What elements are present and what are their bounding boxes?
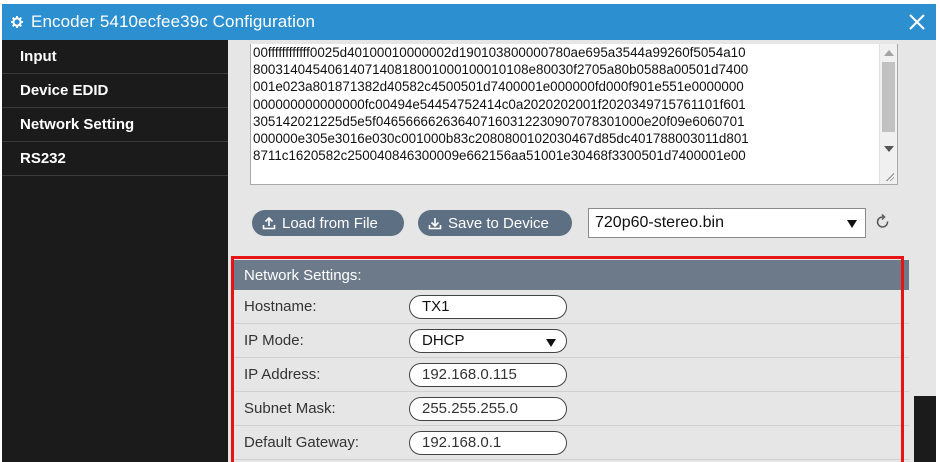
sidebar-item-label: Device EDID — [20, 82, 109, 99]
gear-icon — [11, 16, 23, 28]
upload-icon — [262, 216, 276, 230]
chevron-down-icon — [847, 220, 857, 228]
save-to-device-button[interactable]: Save to Device — [418, 210, 572, 236]
subnet-mask-row: Subnet Mask: 255.255.255.0 — [233, 392, 909, 426]
main-content: 00ffffffffffff0025d40100010000002d190103… — [228, 40, 914, 462]
edid-hex-text: 00ffffffffffff0025d40100010000002d190103… — [253, 44, 877, 164]
hostname-row: Hostname: TX1 — [233, 290, 909, 324]
sidebar-item-label: RS232 — [20, 150, 66, 167]
load-from-file-label: Load from File — [282, 214, 378, 232]
edid-file-select[interactable]: 720p60-stereo.bin — [588, 208, 866, 238]
scrollbar-thumb[interactable] — [882, 62, 895, 132]
hostname-input[interactable]: TX1 — [409, 294, 567, 319]
subnet-mask-input[interactable]: 255.255.255.0 — [409, 396, 567, 421]
network-settings-panel: Network Settings: Hostname: TX1 IP Mode:… — [233, 260, 909, 462]
sidebar-item-network-setting[interactable]: Network Setting — [2, 108, 228, 142]
edid-line: 000000e305e3016e030c001000b83c2080800102… — [253, 131, 749, 147]
ip-address-row: IP Address: 192.168.0.115 — [233, 358, 909, 392]
scroll-down-arrow-icon[interactable] — [884, 146, 894, 152]
refresh-icon[interactable] — [874, 212, 892, 232]
default-gateway-label: Default Gateway: — [244, 434, 360, 451]
window-scroll-gutter — [914, 40, 936, 462]
ip-mode-row: IP Mode: DHCP — [233, 324, 909, 358]
sidebar-item-label: Network Setting — [20, 116, 135, 133]
default-gateway-input[interactable]: 192.168.0.1 — [409, 430, 567, 455]
window-title: Encoder 5410ecfee39c Configuration — [31, 12, 316, 31]
sidebar-item-label: Input — [20, 48, 57, 65]
edid-scrollbar[interactable] — [879, 44, 897, 184]
ip-mode-selected-value: DHCP — [422, 332, 465, 349]
save-to-device-label: Save to Device — [448, 214, 549, 232]
configuration-window: Encoder 5410ecfee39c Configuration Input… — [2, 4, 936, 462]
subnet-mask-label: Subnet Mask: — [244, 400, 336, 417]
download-icon — [428, 216, 442, 230]
close-icon[interactable] — [906, 11, 928, 33]
sidebar: Input Device EDID Network Setting RS232 — [2, 40, 228, 462]
edid-line: 305142021225d5e5f04656666263640716031223… — [253, 113, 745, 129]
sidebar-item-rs232[interactable]: RS232 — [2, 142, 228, 176]
ip-address-label: IP Address: — [244, 366, 321, 383]
sidebar-item-input[interactable]: Input — [2, 40, 228, 74]
chevron-down-icon — [546, 338, 556, 347]
edid-line: 00ffffffffffff0025d40100010000002d190103… — [253, 45, 746, 60]
hostname-label: Hostname: — [244, 298, 317, 315]
scroll-up-arrow-icon[interactable] — [884, 50, 894, 56]
resize-grip-icon[interactable] — [885, 172, 894, 181]
sidebar-item-device-edid[interactable]: Device EDID — [2, 74, 228, 108]
ip-mode-select[interactable]: DHCP — [409, 328, 567, 353]
edid-line: 8711c1620582c250040846300009e662156aa510… — [253, 148, 746, 164]
edid-textarea[interactable]: 00ffffffffffff0025d40100010000002d190103… — [250, 44, 898, 185]
network-settings-header: Network Settings: — [233, 260, 909, 290]
ip-address-input[interactable]: 192.168.0.115 — [409, 362, 567, 387]
edid-line: 001e023a801871382d40582c4500501d7400001e… — [253, 79, 744, 95]
edid-line: 8003140454061407140818001000100010108e80… — [253, 62, 749, 78]
edid-file-selected-value: 720p60-stereo.bin — [595, 214, 724, 231]
ip-mode-label: IP Mode: — [244, 332, 304, 349]
load-from-file-button[interactable]: Load from File — [252, 210, 404, 236]
title-bar: Encoder 5410ecfee39c Configuration — [2, 4, 936, 40]
edid-line: 000000000000000fc00494e54454752414c0a202… — [253, 96, 746, 112]
default-gateway-row: Default Gateway: 192.168.0.1 — [233, 426, 909, 460]
gutter-dark-area — [914, 396, 936, 462]
